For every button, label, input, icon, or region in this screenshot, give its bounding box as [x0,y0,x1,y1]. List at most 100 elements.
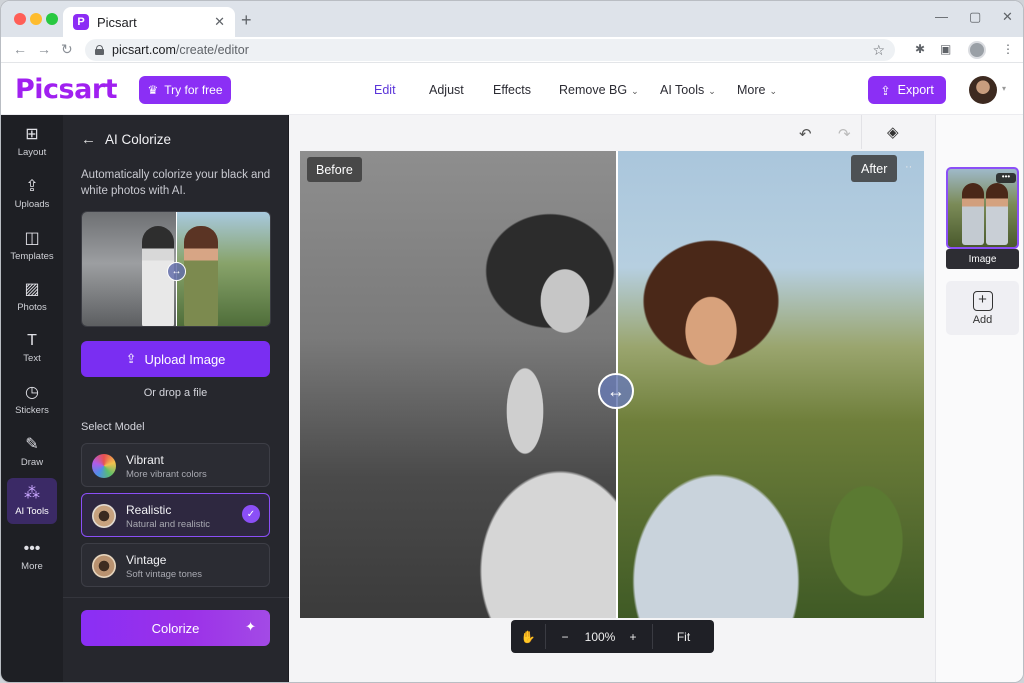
model-subtitle: Natural and realistic [126,519,210,530]
extensions-icon[interactable]: ✱ [915,42,925,56]
thumbnail-more-icon[interactable]: ••• [996,173,1016,183]
user-avatar[interactable] [969,76,997,104]
zoom-toolbar: ✋ − 100% + Fit [511,620,714,653]
panel-divider [63,597,289,598]
sidebar-item-more[interactable]: ••• More [7,533,57,579]
window-minimize-icon[interactable]: — [935,9,948,24]
colorize-label: Colorize [151,620,200,636]
more-options-icon[interactable]: ·· [905,161,912,173]
menu-ai-tools[interactable]: AI Tools ⌄ [660,83,716,97]
address-toolbar: ← → ↻ picsart.com/create/editor ☆ ✱ ▣ ⋮ [1,37,1023,63]
maximize-window-button[interactable] [46,13,58,25]
drop-file-hint: Or drop a file [143,387,208,399]
export-label: Export [897,83,934,97]
before-after-photo[interactable]: ↔ Before After ·· [300,151,924,618]
sidebar-item-stickers[interactable]: ◷ Stickers [7,377,57,423]
tab-title: Picsart [97,14,137,30]
profile-avatar[interactable] [968,41,986,59]
hand-tool-icon[interactable]: ✋ [511,620,545,653]
toolbar-divider [861,115,862,149]
ai-colorize-panel: ← AI Colorize Automatically colorize you… [63,115,289,682]
fit-button[interactable]: Fit [653,620,714,653]
plus-icon: + [972,290,993,311]
menu-edit[interactable]: Edit [374,83,396,97]
model-name: Vintage [126,553,167,567]
before-label: Before [307,157,362,182]
sidebar-item-templates[interactable]: ◫ Templates [7,223,57,269]
sidebar-item-ai-tools[interactable]: ⁂ AI Tools [7,478,57,524]
picsart-logo[interactable]: Picsart [15,74,118,105]
vintage-model-icon [92,554,116,578]
compare-slider-handle-icon[interactable]: ↔ [598,373,634,409]
chevron-down-icon[interactable]: ▾ [1002,84,1006,93]
tab-search-icon[interactable]: ▣ [940,42,951,56]
minimize-window-button[interactable] [30,13,42,25]
sidebar-item-layout[interactable]: ⊞ Layout [7,119,57,165]
panel-title: AI Colorize [105,132,172,147]
url-text: picsart.com/create/editor [112,43,249,57]
before-image-half [300,151,616,618]
thumbnail-label: Image [946,249,1019,269]
close-window-button[interactable] [14,13,26,25]
model-subtitle: More vibrant colors [126,469,207,480]
sidebar-item-text[interactable]: T Text [7,325,57,371]
canvas-area: ↶ ↷ ◈ ↔ Before After ·· ✋ − 100% + Fit [289,115,935,682]
model-name: Vibrant [126,453,164,467]
page-thumbnail[interactable]: ••• [946,167,1019,249]
after-image-half [616,151,924,618]
model-option-vibrant[interactable]: Vibrant More vibrant colors [81,443,270,487]
zoom-divider [545,624,546,649]
back-icon[interactable]: ← [13,41,27,57]
new-tab-icon[interactable]: + [241,10,252,31]
model-option-realistic[interactable]: Realistic Natural and realistic ✓ [81,493,270,537]
colorize-preview-image: ↔ [81,211,271,327]
templates-icon: ◫ [24,229,40,247]
crown-icon: ♛ [147,83,159,97]
back-arrow-icon[interactable]: ← [81,131,96,148]
window-restore-icon[interactable]: ▢ [969,9,981,25]
browser-menu-icon[interactable]: ⋮ [1002,42,1014,56]
menu-adjust[interactable]: Adjust [429,83,464,97]
more-icon: ••• [23,539,41,557]
upload-icon: ⇪ [25,177,39,195]
chevron-down-icon: ⌄ [769,86,778,96]
layout-icon: ⊞ [25,125,39,143]
photos-icon: ▨ [24,280,40,298]
thumbnail-figure [986,183,1008,245]
reload-icon[interactable]: ↻ [61,41,73,58]
upload-image-button[interactable]: ⇪ Upload Image [81,341,270,377]
url-bar[interactable]: picsart.com/create/editor ☆ [85,39,895,61]
add-page-button[interactable]: + Add [946,281,1019,335]
zoom-in-icon[interactable]: + [622,620,644,653]
sidebar-item-draw[interactable]: ✎ Draw [7,429,57,475]
add-label: Add [972,313,993,326]
export-button[interactable]: ⇪ Export [868,76,946,104]
stickers-icon: ◷ [25,383,39,401]
menu-more[interactable]: More ⌄ [737,83,777,97]
zoom-level[interactable]: 100% [579,620,621,653]
chevron-down-icon: ⌄ [631,86,639,96]
layers-icon[interactable]: ◈ [887,123,899,141]
vibrant-model-icon [92,454,116,478]
forward-icon[interactable]: → [37,41,51,57]
menu-effects[interactable]: Effects [493,83,531,97]
zoom-out-icon[interactable]: − [553,620,577,653]
redo-icon[interactable]: ↷ [838,125,851,143]
browser-tab[interactable]: P Picsart ✕ [63,7,235,37]
sparkle-icon: ✦ [245,619,256,634]
menu-remove-bg[interactable]: Remove BG ⌄ [559,83,639,97]
sidebar-item-uploads[interactable]: ⇪ Uploads [7,171,57,217]
draw-icon: ✎ [25,435,39,453]
tab-close-icon[interactable]: ✕ [214,14,225,30]
sidebar-item-photos[interactable]: ▨ Photos [7,274,57,320]
colorize-button[interactable]: Colorize ✦ [81,610,270,646]
upload-image-label: Upload Image [144,351,226,367]
pages-panel: ••• Image + Add [935,115,1023,682]
window-close-icon[interactable]: ✕ [1002,9,1013,25]
realistic-model-icon [92,504,116,528]
undo-icon[interactable]: ↶ [799,125,812,143]
model-option-vintage[interactable]: Vintage Soft vintage tones [81,543,270,587]
bookmark-star-icon[interactable]: ☆ [872,42,885,59]
try-for-free-button[interactable]: ♛ Try for free [139,76,231,104]
model-subtitle: Soft vintage tones [126,569,203,580]
